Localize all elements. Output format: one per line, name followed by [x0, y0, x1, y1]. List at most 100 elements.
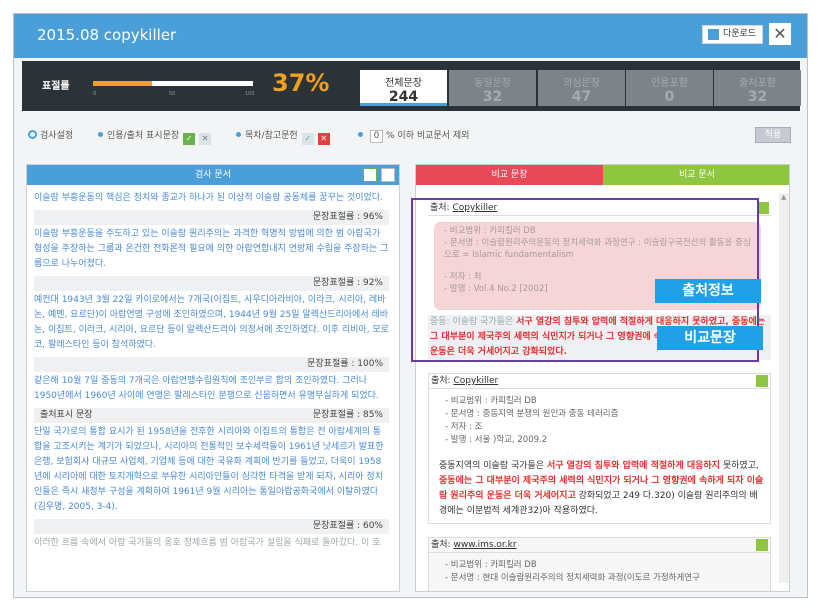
source-label: 출처: — [430, 203, 450, 213]
scrollbar[interactable]: ▲ — [779, 193, 789, 583]
title-bar: 2015.08 copykiller 다운로드 ✕ — [14, 14, 807, 58]
download-button[interactable]: 다운로드 — [702, 25, 763, 44]
sentence-match: 서구 열강의 침투와 압력에 적절하게 대응하지 — [546, 461, 720, 471]
threshold-input[interactable]: 0 — [370, 130, 383, 143]
tab-label: 인용포함 — [651, 78, 688, 89]
quote-sentence-header: 출처표시 문장 문장표절률 : 85% — [34, 408, 389, 423]
sentence-plain: 못하였고, — [719, 461, 759, 471]
sentence[interactable]: 예컨대 1943년 3월 22일 카이로에서는 7개국(이집트, 사우디아라비아… — [34, 293, 389, 353]
bullet-icon — [98, 132, 103, 137]
sentence[interactable]: 이러한 흐름 속에서 아랍 국가들의 옹호 정체흐름 범 아랍국가 설립을 식패… — [34, 536, 389, 551]
document-icon[interactable] — [757, 202, 769, 214]
quote-check-off[interactable]: ✕ — [199, 133, 212, 145]
settings-radio[interactable]: 검사설정 — [28, 128, 73, 141]
progress-ticks: 0 50 100 — [93, 91, 255, 99]
document-icon[interactable] — [756, 375, 768, 387]
source-document-title: 검사 문서 — [195, 170, 231, 180]
settings-label: 검사설정 — [40, 131, 74, 141]
source-line: 출처: Copykiller — [428, 201, 771, 216]
sentence-similarity: 문장표절률 : 60% — [34, 519, 389, 534]
tab-value: 244 — [388, 89, 419, 105]
sentence[interactable]: 이슬람 부흥운동의 핵심은 정치와 종교가 하나가 된 이상적 이슬람 공동체를… — [34, 191, 389, 206]
bullet-icon — [236, 132, 241, 137]
source-document-panel: 검사 문서 이슬람 부흥운동의 핵심은 정치와 종교가 하나가 된 이상적 이슬… — [26, 164, 400, 592]
window-title: 2015.08 copykiller — [37, 26, 177, 44]
threshold-suffix: % 이하 비교문서 제외 — [386, 131, 470, 141]
view-text-icon[interactable] — [381, 168, 395, 182]
tab-value: 0 — [664, 89, 675, 105]
toc-check-on[interactable]: ✓ — [301, 133, 314, 145]
bullet-icon — [358, 132, 363, 137]
tab-all-sentences[interactable]: 전체문장 244 — [360, 70, 447, 106]
stats-bar: 표절률 0 50 100 37% 전체문장 244 동일문장 32 의심문장 47 인… — [22, 61, 801, 111]
plagiarism-percent: 37% — [272, 69, 330, 97]
apply-button[interactable]: 적용 — [755, 127, 791, 143]
tab-compare-sentence[interactable]: 비교 문장 — [416, 165, 603, 185]
tab-value: 47 — [571, 89, 592, 105]
download-label: 다운로드 — [723, 29, 757, 39]
source-link[interactable]: Copykiller — [452, 203, 497, 213]
comparison-card: 출처: Copykiller - 비교범위 : 카피킬러 DB - 문서명 : … — [428, 373, 771, 524]
toc-check-off[interactable]: ✕ — [317, 133, 330, 145]
tick-label: 100 — [245, 91, 255, 97]
comparison-panel: 비교 문장 비교 문서 ▲ 출처: Copykiller - 비교범위 : 카피… — [415, 164, 790, 592]
annotation-compare-sentence: 비교문장 — [657, 326, 763, 350]
source-line: 출처: Copykiller — [429, 374, 770, 389]
source-link[interactable]: www.ims.or.kr — [453, 540, 516, 550]
sentence-plain: 중동: 이슬람 국가들은 — [430, 317, 517, 327]
document-icon[interactable] — [756, 539, 768, 551]
quote-check-on[interactable]: ✓ — [183, 133, 196, 145]
tab-label: 의심문장 — [563, 78, 600, 89]
sentence[interactable]: 단일 국가로의 통합 요시가 된 1958년을 전후한 시리아와 이집트의 통합… — [34, 425, 389, 515]
meta-line: - 비교범위 : 카피킬러 DB — [445, 560, 537, 570]
compared-sentence: 중동지역의 이슬람 국가들은 서구 열강의 침투와 압력에 적절하게 대응하지 … — [429, 459, 770, 523]
source-label: 출처: — [431, 540, 451, 550]
meta-line: - 발행 : 서울 )학교, 2009.2 — [445, 435, 548, 445]
tab-compare-document[interactable]: 비교 문서 — [603, 165, 789, 185]
meta-line: - 저자 : 조 — [445, 422, 483, 432]
meta-line: - 비교범위 : 카피킬러 DB — [444, 226, 536, 236]
tab-identical-sentences[interactable]: 동일문장 32 — [449, 70, 536, 106]
plagiarism-label: 표절률 — [42, 81, 70, 92]
tick-label: 50 — [169, 91, 176, 97]
source-label: 출처: — [431, 376, 451, 386]
sentence-similarity: 문장표절률 : 85% — [312, 410, 383, 420]
comparison-tabs: 비교 문장 비교 문서 — [416, 165, 789, 185]
quote-label: 출처표시 문장 — [40, 410, 93, 420]
tab-value: 32 — [747, 89, 768, 105]
download-icon — [708, 29, 719, 40]
sentence-similarity: 문장표절률 : 92% — [34, 276, 389, 291]
close-button[interactable]: ✕ — [769, 23, 791, 45]
annotation-source-info: 출처정보 — [655, 279, 761, 303]
tab-source-included[interactable]: 출처포함 32 — [714, 70, 801, 106]
source-link[interactable]: Copykiller — [453, 376, 498, 386]
sentence[interactable]: 이슬람 부흥운동을 주도하고 있는 이슬람 원리주의는 과격한 혁명적 방법에 … — [34, 227, 389, 272]
scroll-up-icon[interactable]: ▲ — [781, 193, 786, 201]
source-document-header: 검사 문서 — [27, 165, 399, 185]
tab-value: 32 — [482, 89, 503, 105]
tab-quote-included[interactable]: 인용포함 0 — [626, 70, 713, 106]
view-list-icon[interactable] — [363, 168, 377, 182]
sentence[interactable]: 같은해 10월 7일 중동의 7개국은 아랍연맹수립원칙에 조인부르 합의 조인… — [34, 374, 389, 404]
plagiarism-progress-bar — [93, 81, 253, 86]
threshold-option: 0% 이하 비교문서 제외 — [358, 128, 469, 143]
tab-label: 동일문장 — [474, 78, 511, 89]
source-line: 출처: www.ims.or.kr — [429, 538, 770, 553]
quote-option-label: 인용/출처 표시문장 — [107, 131, 180, 141]
report-window: 2015.08 copykiller 다운로드 ✕ 표절률 0 50 100 3… — [13, 13, 808, 598]
sentence-plain: 중동지역의 이슬람 국가들은 — [439, 461, 547, 471]
options-row: 검사설정 인용/출처 표시문장 ✓ ✕ 목차/참고문헌 ✓ ✕ 0% 이하 비교문서 제… — [14, 122, 807, 146]
quote-option: 인용/출처 표시문장 ✓ ✕ — [98, 128, 212, 145]
sentence-similarity: 문장표절률 : 100% — [34, 357, 389, 372]
sentence-similarity: 문장표절률 : 96% — [34, 210, 389, 225]
meta-line: - 문서명 : 현대 이슬람원리주의의 정치세력화 과정(이도르 가정하게연구 — [445, 573, 700, 583]
tab-label: 전체문장 — [385, 78, 422, 89]
tick-label: 0 — [93, 91, 97, 97]
plagiarism-progress-fill — [93, 81, 153, 86]
tab-label: 출처포함 — [739, 78, 776, 89]
meta-line: - 문서명 : 중동지역 분쟁의 원인과 중동 테러리즘 — [445, 409, 619, 419]
source-metadata: - 비교범위 : 카피킬러 DB - 문서명 : 현대 이슬람원리주의의 정치세… — [445, 559, 764, 585]
radio-icon — [28, 130, 37, 139]
source-metadata: - 비교범위 : 카피킬러 DB - 문서명 : 중동지역 분쟁의 원인과 중동… — [445, 395, 764, 447]
tab-suspicious-sentences[interactable]: 의심문장 47 — [538, 70, 625, 106]
